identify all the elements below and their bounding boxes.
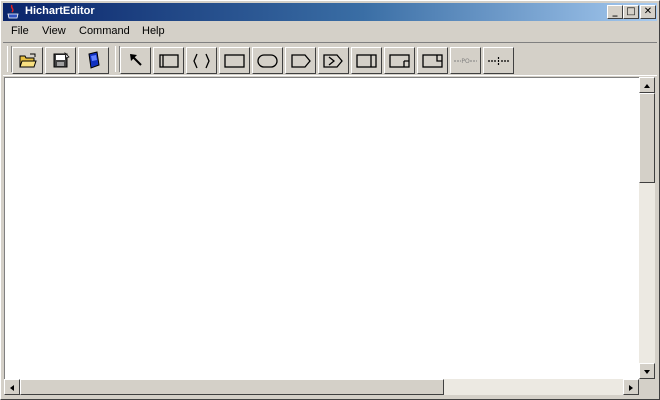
pentagon-tag-icon — [291, 54, 311, 68]
title-bar[interactable]: HichartEditor _ □ ✕ — [3, 3, 657, 21]
dashed-line-po-icon: PO — [454, 58, 477, 65]
rect-bar-corner-icon — [389, 54, 410, 68]
arrow-tag-tool-button[interactable] — [318, 47, 349, 74]
rect-bar-top-tool-button[interactable] — [417, 47, 448, 74]
arrow-tag-icon — [323, 54, 343, 68]
menu-help[interactable]: Help — [142, 25, 165, 37]
arrow-down-icon — [644, 370, 650, 374]
dashed-tee-tool-button[interactable] — [483, 47, 514, 74]
save-button[interactable] — [45, 47, 76, 74]
rect-bar-right-icon — [356, 54, 377, 68]
menu-view[interactable]: View — [42, 25, 66, 37]
vertical-scrollbar[interactable] — [639, 77, 655, 379]
menu-command[interactable]: Command — [79, 25, 130, 37]
vertical-scroll-thumb[interactable] — [639, 93, 655, 183]
dashed-line-tee-icon — [488, 57, 509, 65]
open-folder-icon — [19, 53, 37, 68]
save-disk-icon — [53, 51, 70, 68]
dashed-po-tool-button[interactable]: PO — [450, 47, 481, 74]
arrow-left-icon — [10, 385, 14, 391]
scroll-up-button[interactable] — [639, 77, 655, 93]
scroll-corner — [639, 379, 655, 395]
maximize-button[interactable]: □ — [623, 5, 639, 19]
rect-bar-corner-tool-button[interactable] — [384, 47, 415, 74]
select-tool-button[interactable] — [120, 47, 151, 74]
close-button[interactable]: ✕ — [640, 5, 656, 19]
open-button[interactable] — [12, 47, 43, 74]
po-label: PO — [461, 58, 470, 65]
scroll-left-button[interactable] — [4, 379, 20, 395]
scroll-right-button[interactable] — [623, 379, 639, 395]
brace-tool-button[interactable] — [186, 47, 217, 74]
rect-bar-top-icon — [422, 54, 443, 68]
rounded-rect-icon — [257, 54, 278, 68]
book-icon — [88, 51, 100, 69]
scroll-down-button[interactable] — [639, 363, 655, 379]
app-window: HichartEditor _ □ ✕ File View Command He… — [0, 0, 660, 400]
pointer-arrow-icon — [130, 54, 142, 66]
book-button[interactable] — [78, 47, 109, 74]
window-title: HichartEditor — [25, 5, 95, 17]
arrow-right-icon — [629, 385, 633, 391]
drawing-canvas[interactable] — [4, 77, 639, 380]
rounded-rect-tool-button[interactable] — [252, 47, 283, 74]
toolbar: PO — [3, 42, 657, 76]
minimize-button[interactable]: _ — [607, 5, 623, 19]
menu-file[interactable]: File — [11, 25, 29, 37]
process-tool-button[interactable] — [153, 47, 184, 74]
tag-tool-button[interactable] — [285, 47, 316, 74]
horizontal-scrollbar[interactable] — [4, 379, 639, 395]
process-box-icon — [159, 54, 179, 68]
java-cup-icon — [7, 4, 19, 19]
arrow-up-icon — [644, 84, 650, 88]
brace-pair-icon — [193, 53, 210, 69]
menu-bar: File View Command Help — [3, 23, 657, 41]
rectangle-tool-button[interactable] — [219, 47, 250, 74]
rectangle-icon — [224, 54, 245, 68]
horizontal-scroll-thumb[interactable] — [20, 379, 444, 395]
rect-bar-right-tool-button[interactable] — [351, 47, 382, 74]
